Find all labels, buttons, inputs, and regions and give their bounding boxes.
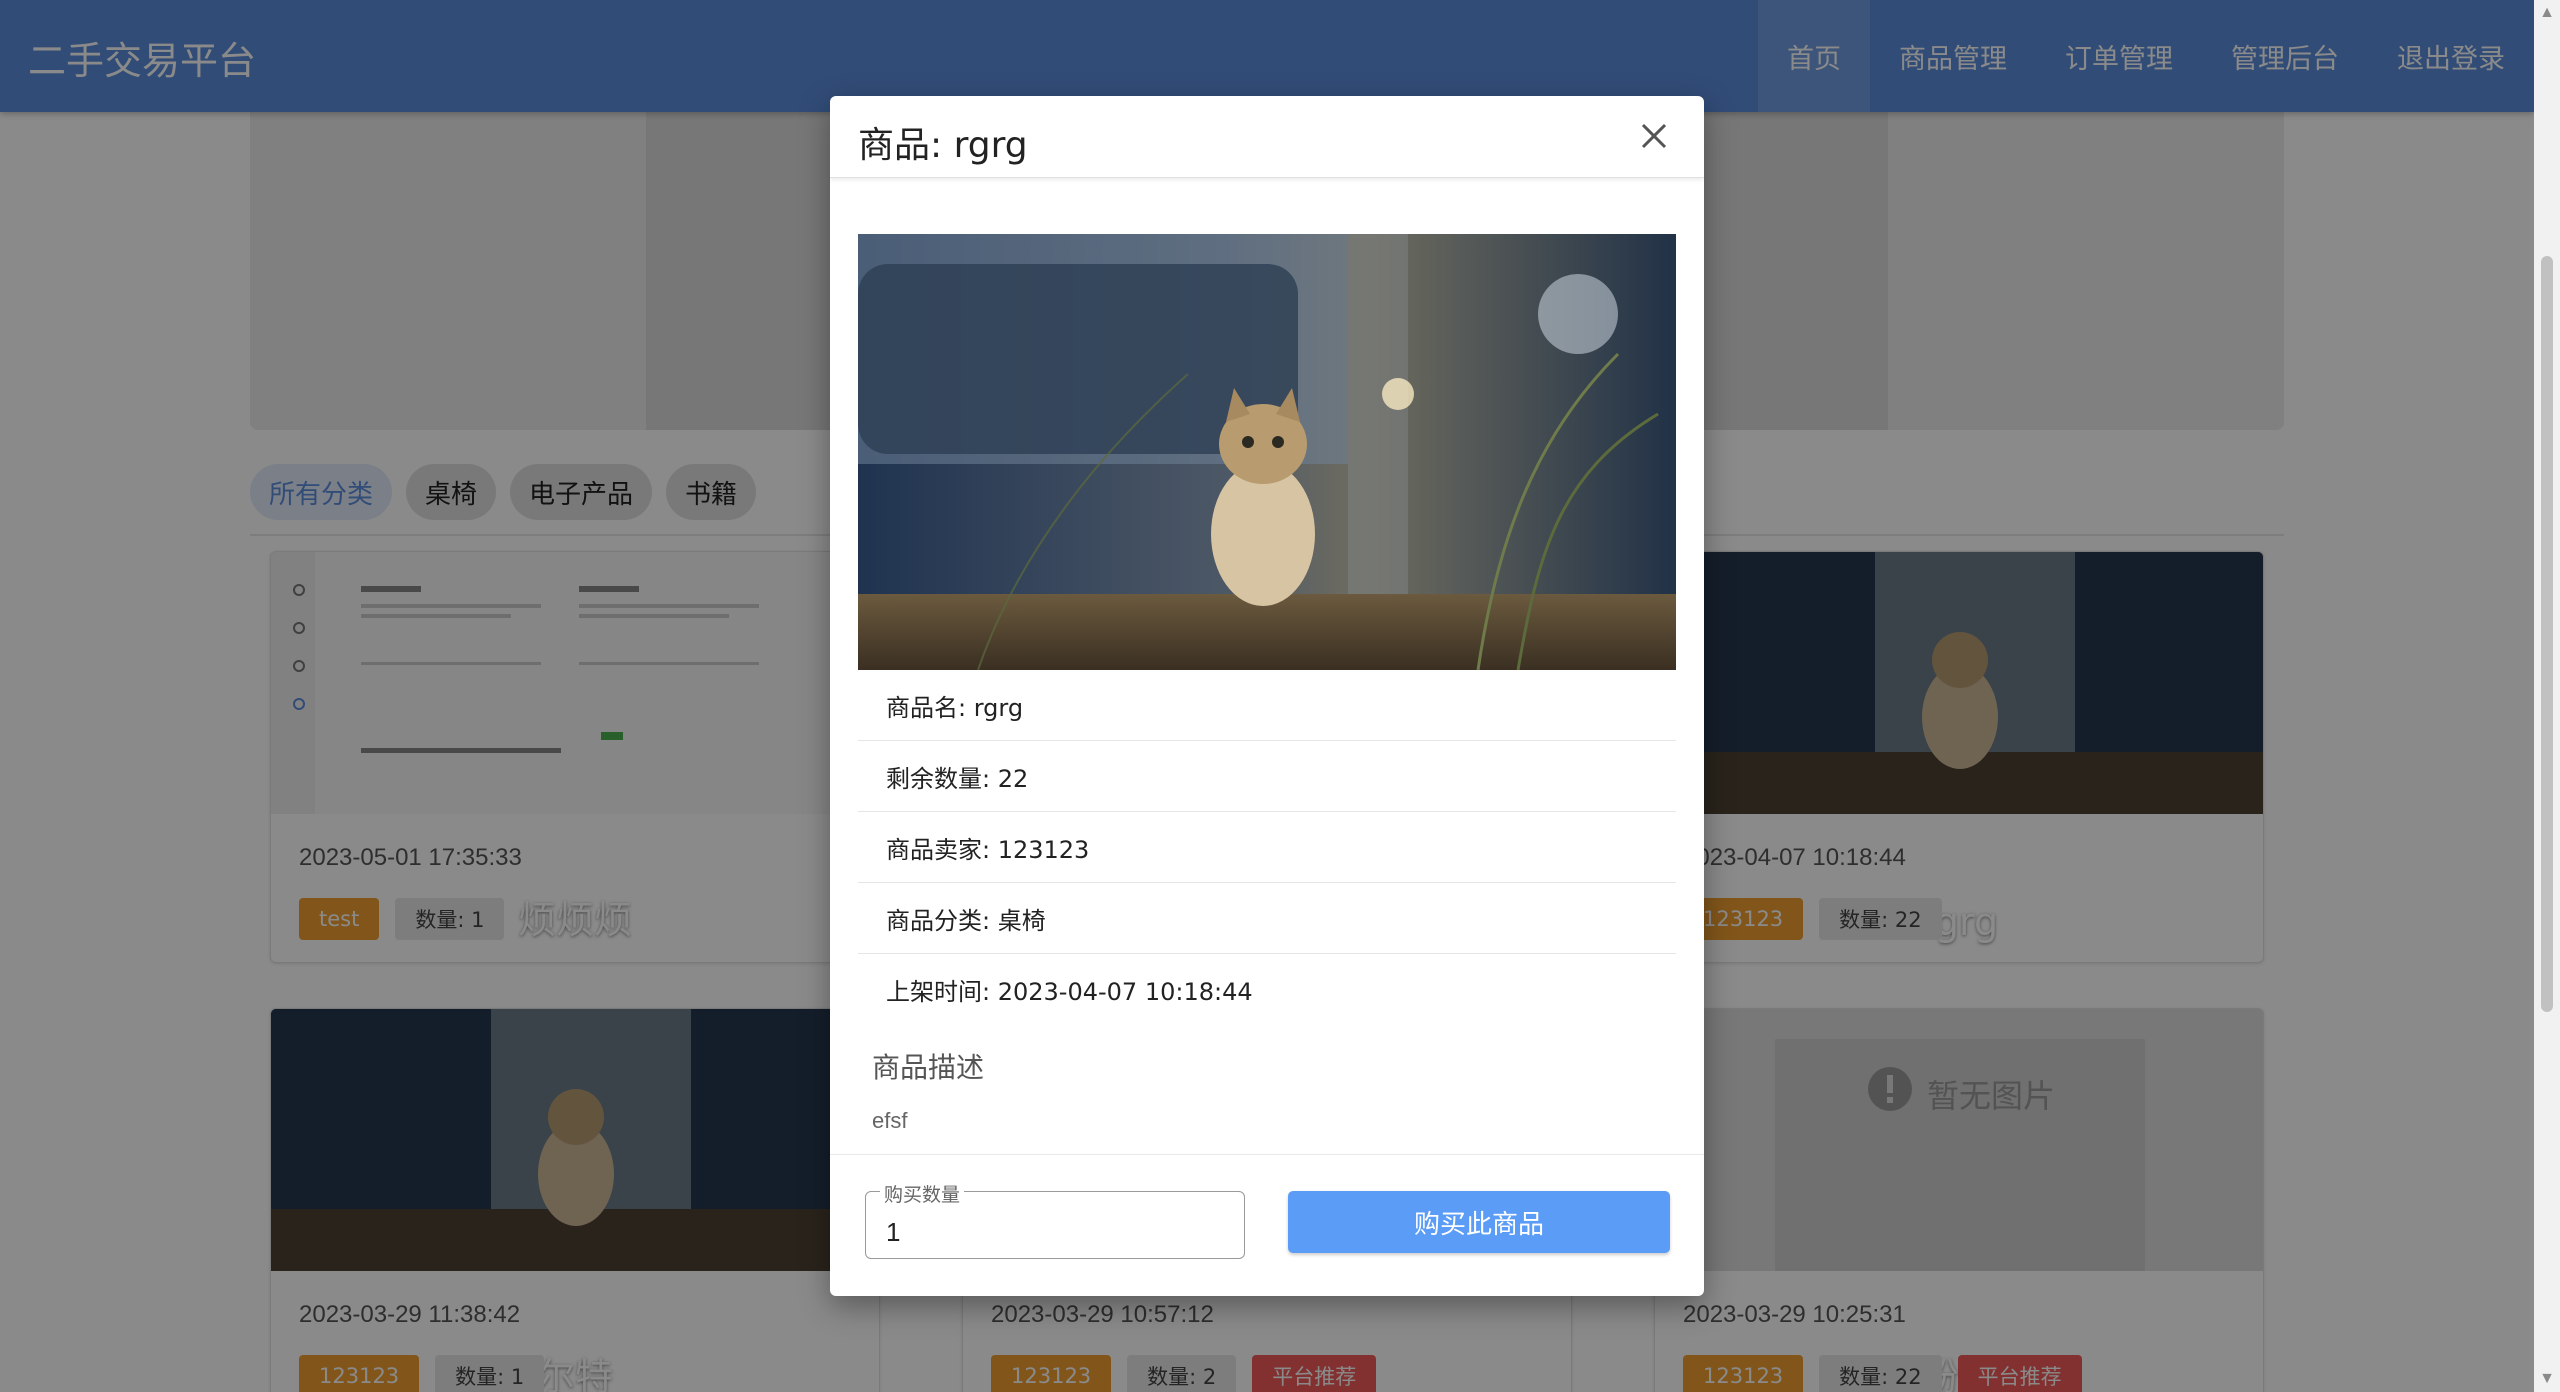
dialog-title: 商品: rgrg	[858, 125, 1028, 166]
product-stock-row: 剩余数量: 22	[858, 741, 1676, 812]
buy-button[interactable]: 购买此商品	[1288, 1191, 1670, 1253]
cat-photo	[858, 234, 1676, 670]
close-icon	[1641, 123, 1667, 149]
product-photo	[858, 234, 1676, 670]
page-scrollbar[interactable]: ▲ ▼	[2534, 0, 2560, 1392]
arrow-up-icon[interactable]: ▲	[2534, 0, 2560, 26]
description-text: efsf	[872, 1108, 908, 1133]
product-info-list: 商品名: rgrg 剩余数量: 22 商品卖家: 123123 商品分类: 桌椅…	[858, 670, 1676, 1025]
close-button[interactable]	[1632, 114, 1676, 158]
arrow-down-icon[interactable]: ▼	[2534, 1366, 2560, 1392]
dialog-actions: 购买数量 购买此商品	[830, 1154, 1704, 1296]
product-category-row: 商品分类: 桌椅	[858, 883, 1676, 954]
product-listed-time-row: 上架时间: 2023-04-07 10:18:44	[886, 978, 1253, 1006]
scrollbar-thumb[interactable]	[2541, 256, 2553, 1012]
description-title: 商品描述	[872, 1051, 985, 1084]
product-detail-dialog: 商品: rgrg 商品名: rgrg 剩余数量: 22 商品卖家: 123123…	[830, 96, 1704, 1296]
quantity-input[interactable]	[866, 1192, 1244, 1258]
dialog-header: 商品: rgrg	[830, 96, 1704, 178]
quantity-field[interactable]: 购买数量	[865, 1180, 1245, 1259]
product-seller-row: 商品卖家: 123123	[858, 812, 1676, 883]
product-name-row: 商品名: rgrg	[858, 670, 1676, 741]
